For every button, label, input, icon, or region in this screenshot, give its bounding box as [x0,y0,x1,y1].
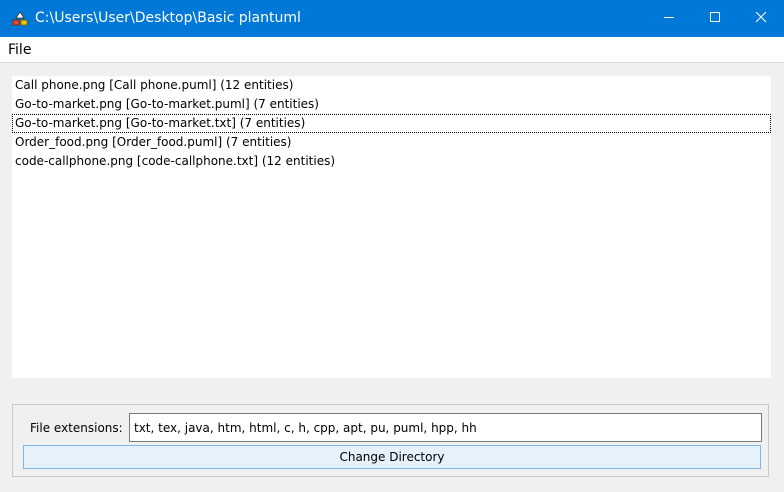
window-title: C:\Users\User\Desktop\Basic plantuml [35,10,301,26]
maximize-button[interactable] [692,0,738,37]
app-icon [12,11,28,27]
title-bar[interactable]: C:\Users\User\Desktop\Basic plantuml [0,0,784,37]
list-item[interactable]: code-callphone.png [code-callphone.txt] … [12,152,771,171]
close-icon [755,11,767,26]
file-extensions-input[interactable] [129,413,762,442]
list-item[interactable]: Go-to-market.png [Go-to-market.puml] (7 … [12,95,771,114]
list-item[interactable]: Order_food.png [Order_food.puml] (7 enti… [12,133,771,152]
minimize-icon [663,11,675,26]
file-extensions-label: File extensions: [30,421,123,435]
close-button[interactable] [738,0,784,37]
list-item-selected[interactable]: Go-to-market.png [Go-to-market.txt] (7 e… [12,114,771,133]
file-list[interactable]: Call phone.png [Call phone.puml] (12 ent… [12,76,771,378]
menu-bar: File [0,37,784,63]
menu-file[interactable]: File [4,37,35,62]
minimize-button[interactable] [646,0,692,37]
maximize-icon [709,11,721,26]
change-directory-button[interactable]: Change Directory [23,445,761,469]
list-item[interactable]: Call phone.png [Call phone.puml] (12 ent… [12,76,771,95]
